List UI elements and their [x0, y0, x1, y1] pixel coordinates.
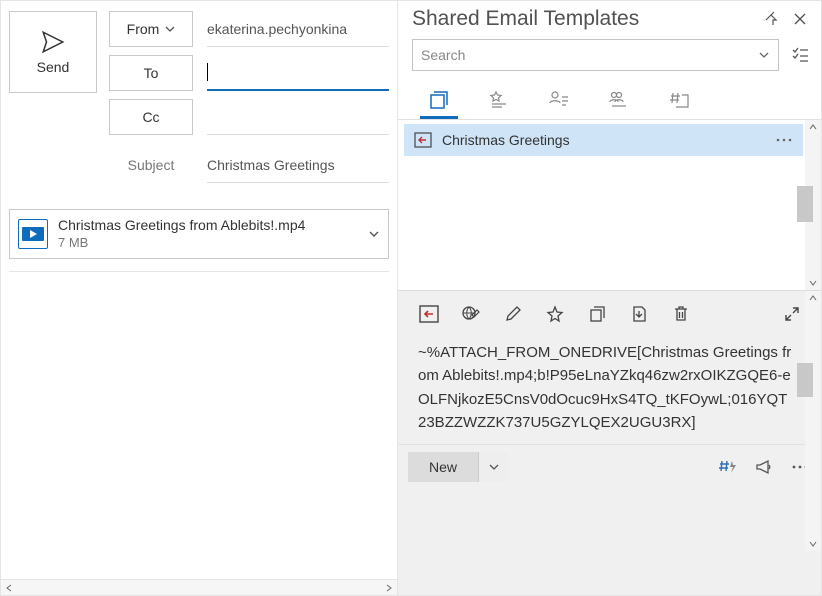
footer-bar: New	[398, 444, 821, 488]
list-scrollbar[interactable]	[805, 120, 821, 290]
tab-all-templates[interactable]	[426, 85, 452, 115]
subject-label: Subject	[109, 157, 193, 173]
preview-text[interactable]: ~%ATTACH_FROM_ONEDRIVE[Christmas Greetin…	[398, 331, 821, 444]
scroll-down-icon[interactable]	[805, 276, 821, 290]
send-label: Send	[37, 59, 70, 75]
template-preview: ~%ATTACH_FROM_ONEDRIVE[Christmas Greetin…	[398, 290, 821, 595]
send-icon	[40, 29, 66, 55]
cc-label: Cc	[142, 109, 159, 125]
copy-button[interactable]	[586, 303, 608, 325]
person-list-icon	[548, 89, 570, 111]
templates-pane: Shared Email Templates Search	[398, 1, 821, 595]
edit-button[interactable]	[502, 303, 524, 325]
to-button[interactable]: To	[109, 55, 193, 91]
pin-button[interactable]	[761, 8, 783, 30]
template-menu-button[interactable]	[775, 137, 793, 143]
scroll-up-icon[interactable]	[805, 120, 821, 134]
scroll-down-icon[interactable]	[805, 537, 821, 551]
web-edit-button[interactable]	[460, 303, 482, 325]
from-button[interactable]: From	[109, 11, 193, 47]
panel-title: Shared Email Templates	[412, 7, 755, 31]
expand-icon	[784, 306, 800, 322]
search-input[interactable]: Search	[412, 39, 779, 71]
chevron-down-icon	[165, 24, 175, 34]
tab-favorites[interactable]	[486, 85, 512, 115]
insert-icon	[419, 305, 439, 323]
text-cursor	[207, 63, 208, 81]
tab-tags[interactable]	[666, 85, 692, 115]
chevron-down-icon[interactable]	[758, 49, 770, 61]
horizontal-scrollbar[interactable]	[1, 579, 397, 595]
new-button[interactable]: New	[408, 452, 478, 482]
close-button[interactable]	[789, 8, 811, 30]
delete-button[interactable]	[670, 303, 692, 325]
checklist-icon	[791, 46, 809, 64]
cc-button[interactable]: Cc	[109, 99, 193, 135]
to-input[interactable]	[207, 55, 389, 91]
hash-stack-icon	[668, 89, 690, 111]
pencil-icon	[504, 305, 522, 323]
tab-personal[interactable]	[546, 85, 572, 115]
stack-icon	[428, 89, 450, 111]
new-dropdown-button[interactable]	[478, 452, 508, 482]
scroll-up-icon[interactable]	[805, 291, 821, 305]
subject-input[interactable]: Christmas Greetings	[207, 147, 389, 183]
search-placeholder: Search	[421, 47, 465, 63]
video-file-icon	[18, 219, 48, 249]
preview-scrollbar[interactable]	[805, 291, 821, 551]
star-icon	[546, 305, 564, 323]
trash-icon	[672, 305, 690, 323]
expand-button[interactable]	[781, 303, 803, 325]
template-item[interactable]: Christmas Greetings	[404, 124, 803, 156]
globe-pen-icon	[461, 304, 481, 324]
tab-bar	[398, 81, 821, 115]
favorite-button[interactable]	[544, 303, 566, 325]
email-body[interactable]	[9, 271, 389, 579]
star-stack-icon	[488, 89, 510, 111]
preview-toolbar	[398, 291, 821, 331]
announce-button[interactable]	[753, 456, 775, 478]
compose-pane: Send From ekaterina.pechyonkina To	[1, 1, 398, 595]
from-label: From	[127, 21, 160, 37]
import-button[interactable]	[628, 303, 650, 325]
insert-button[interactable]	[418, 303, 440, 325]
close-icon	[793, 12, 807, 26]
ellipsis-icon	[775, 137, 793, 143]
cc-input[interactable]	[207, 99, 389, 135]
template-insert-icon	[414, 132, 432, 148]
tab-shared[interactable]	[606, 85, 632, 115]
copy-icon	[588, 305, 606, 323]
scroll-left-icon[interactable]	[5, 584, 13, 592]
file-down-icon	[630, 305, 648, 323]
chevron-down-icon	[489, 462, 499, 472]
from-value[interactable]: ekaterina.pechyonkina	[207, 11, 389, 47]
scroll-right-icon[interactable]	[385, 584, 393, 592]
template-list: Christmas Greetings	[398, 120, 821, 290]
people-list-icon	[608, 89, 630, 111]
attachment-item[interactable]: Christmas Greetings from Ablebits!.mp4 7…	[9, 209, 389, 259]
to-label: To	[144, 65, 159, 81]
attachment-size: 7 MB	[58, 235, 358, 251]
template-name: Christmas Greetings	[442, 132, 765, 148]
megaphone-icon	[755, 459, 773, 475]
hash-bolt-icon	[718, 458, 738, 476]
attachment-menu-button[interactable]	[368, 228, 380, 240]
attachment-name: Christmas Greetings from Ablebits!.mp4	[58, 217, 358, 235]
checklist-button[interactable]	[789, 44, 811, 66]
pin-icon	[764, 11, 780, 27]
shortcuts-button[interactable]	[717, 456, 739, 478]
send-button[interactable]: Send	[9, 11, 97, 93]
